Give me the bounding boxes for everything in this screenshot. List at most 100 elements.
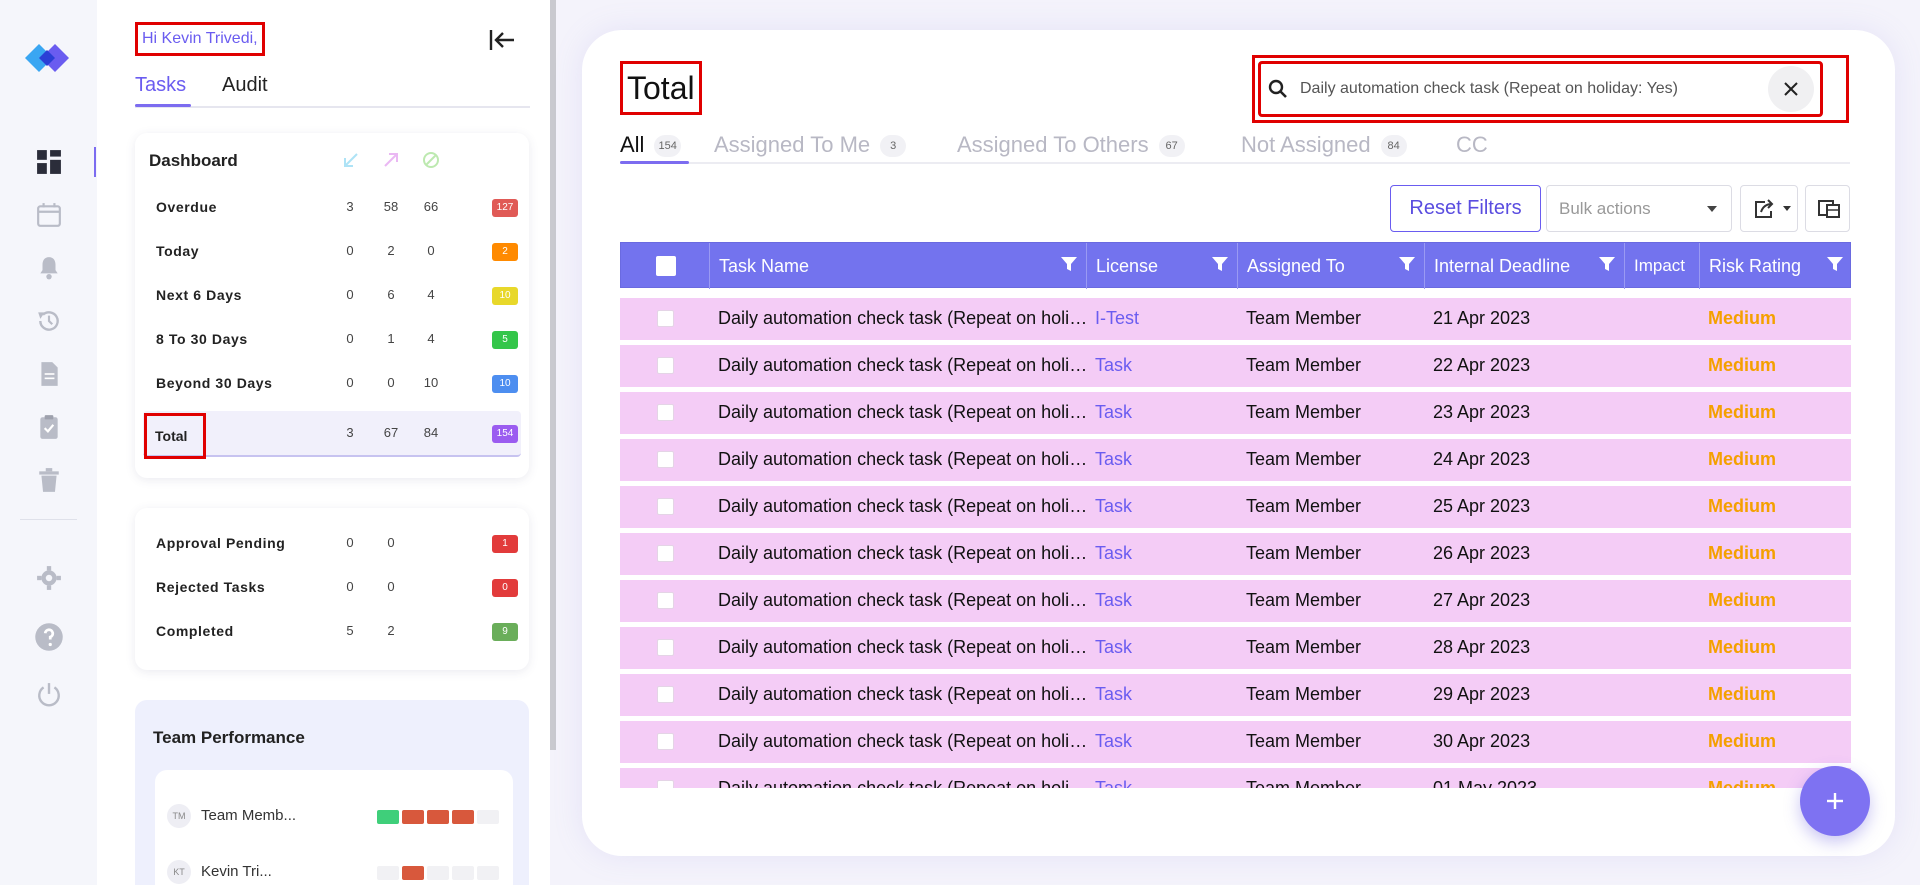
tab-cc[interactable]: CC xyxy=(1456,132,1488,158)
task-name-cell[interactable]: Daily automation check task (Repeat on h… xyxy=(718,590,1088,611)
status-row-completed[interactable]: Completed 5 2 9 xyxy=(143,610,521,654)
app-logo-icon[interactable] xyxy=(25,40,73,76)
table-row[interactable]: Daily automation check task (Repeat on h… xyxy=(620,439,1851,481)
clear-search-button[interactable] xyxy=(1768,66,1814,112)
row-checkbox[interactable] xyxy=(657,310,674,327)
tab-all[interactable]: All 154 xyxy=(620,132,681,158)
performance-bar xyxy=(452,810,474,824)
table-row[interactable]: Daily automation check task (Repeat on h… xyxy=(620,298,1851,340)
column-label: Internal Deadline xyxy=(1434,256,1571,276)
gear-icon[interactable] xyxy=(36,565,62,591)
column-header-impact[interactable]: Impact xyxy=(1625,243,1700,289)
count-c: 0 xyxy=(427,243,435,258)
bell-icon[interactable] xyxy=(36,255,62,281)
team-member-row[interactable]: TM Team Memb... xyxy=(167,802,507,830)
table-row[interactable]: Daily automation check task (Repeat on h… xyxy=(620,533,1851,575)
row-checkbox[interactable] xyxy=(657,686,674,703)
history-icon[interactable] xyxy=(36,308,62,334)
filter-icon[interactable] xyxy=(1211,255,1229,273)
filter-icon[interactable] xyxy=(1060,255,1078,273)
task-name-cell[interactable]: Daily automation check task (Repeat on h… xyxy=(718,684,1088,705)
bulk-actions-select[interactable]: Bulk actions xyxy=(1546,185,1732,232)
task-name-cell[interactable]: Daily automation check task (Repeat on h… xyxy=(718,449,1088,470)
license-link[interactable]: Task xyxy=(1095,590,1132,611)
status-row-rejected-tasks[interactable]: Rejected Tasks 0 0 0 xyxy=(143,566,521,610)
status-row-approval-pending[interactable]: Approval Pending 0 0 1 xyxy=(143,522,521,566)
dashboard-row-total[interactable]: Total 3 67 84 154 xyxy=(143,411,521,459)
row-checkbox[interactable] xyxy=(657,780,674,788)
column-header-risk-rating[interactable]: Risk Rating xyxy=(1700,243,1851,289)
export-button[interactable] xyxy=(1740,185,1798,232)
dashboard-row-next-6-days[interactable]: Next 6 Days 0 6 4 10 xyxy=(143,274,521,318)
license-link[interactable]: Task xyxy=(1095,449,1132,470)
table-row[interactable]: Daily automation check task (Repeat on h… xyxy=(620,627,1851,669)
task-name-cell[interactable]: Daily automation check task (Repeat on h… xyxy=(718,355,1088,376)
license-link[interactable]: Task xyxy=(1095,684,1132,705)
row-checkbox[interactable] xyxy=(657,545,674,562)
dashboard-row-beyond-30-days[interactable]: Beyond 30 Days 0 0 10 10 xyxy=(143,362,521,406)
table-row[interactable]: Daily automation check task (Repeat on h… xyxy=(620,486,1851,528)
plus-icon xyxy=(1827,793,1843,809)
filter-icon[interactable] xyxy=(1398,255,1416,273)
row-checkbox[interactable] xyxy=(657,592,674,609)
reset-filters-button[interactable]: Reset Filters xyxy=(1390,185,1541,232)
table-row[interactable]: Daily automation check task (Repeat on h… xyxy=(620,768,1851,788)
dashboard-row-today[interactable]: Today 0 2 0 2 xyxy=(143,230,521,274)
license-link[interactable]: I-Test xyxy=(1095,308,1139,329)
table-row[interactable]: Daily automation check task (Repeat on h… xyxy=(620,721,1851,763)
clipboard-check-icon[interactable] xyxy=(36,414,62,440)
row-checkbox[interactable] xyxy=(657,733,674,750)
calendar-icon[interactable] xyxy=(36,202,62,228)
task-name-cell[interactable]: Daily automation check task (Repeat on h… xyxy=(718,637,1088,658)
row-checkbox[interactable] xyxy=(657,404,674,421)
task-name-cell[interactable]: Daily automation check task (Repeat on h… xyxy=(718,543,1088,564)
license-link[interactable]: Task xyxy=(1095,778,1132,788)
license-link[interactable]: Task xyxy=(1095,402,1132,423)
dashboard-icon[interactable] xyxy=(36,149,62,175)
row-checkbox[interactable] xyxy=(657,639,674,656)
tab-not-assigned[interactable]: Not Assigned 84 xyxy=(1241,132,1407,158)
license-link[interactable]: Task xyxy=(1095,731,1132,752)
column-settings-button[interactable] xyxy=(1805,185,1850,232)
document-icon[interactable] xyxy=(36,361,62,387)
tab-audit[interactable]: Audit xyxy=(222,74,268,97)
tab-assigned-to-me[interactable]: Assigned To Me 3 xyxy=(714,132,907,158)
row-checkbox[interactable] xyxy=(657,451,674,468)
task-name-cell[interactable]: Daily automation check task (Repeat on h… xyxy=(718,308,1088,329)
column-header-license[interactable]: License xyxy=(1087,243,1238,289)
license-link[interactable]: Task xyxy=(1095,543,1132,564)
select-all-checkbox[interactable] xyxy=(656,256,676,276)
task-name-cell[interactable]: Daily automation check task (Repeat on h… xyxy=(718,402,1088,423)
column-header-assigned-to[interactable]: Assigned To xyxy=(1238,243,1425,289)
count-a: 3 xyxy=(346,425,354,440)
license-link[interactable]: Task xyxy=(1095,637,1132,658)
column-header-task-name[interactable]: Task Name xyxy=(710,243,1087,289)
deadline-cell: 26 Apr 2023 xyxy=(1433,543,1531,563)
search-input[interactable] xyxy=(1300,76,1740,102)
filter-icon[interactable] xyxy=(1598,255,1616,273)
task-name-cell[interactable]: Daily automation check task (Repeat on h… xyxy=(718,731,1088,752)
table-row[interactable]: Daily automation check task (Repeat on h… xyxy=(620,392,1851,434)
power-icon[interactable] xyxy=(36,682,62,708)
dashboard-row-8-to-30-days[interactable]: 8 To 30 Days 0 1 4 5 xyxy=(143,318,521,362)
task-name-cell[interactable]: Daily automation check task (Repeat on h… xyxy=(718,778,1088,788)
collapse-panel-icon[interactable] xyxy=(488,28,516,52)
team-member-row[interactable]: KT Kevin Tri... xyxy=(167,858,507,885)
row-checkbox[interactable] xyxy=(657,357,674,374)
tab-assigned-to-others[interactable]: Assigned To Others 67 xyxy=(957,132,1185,158)
table-row[interactable]: Daily automation check task (Repeat on h… xyxy=(620,580,1851,622)
license-link[interactable]: Task xyxy=(1095,496,1132,517)
table-row[interactable]: Daily automation check task (Repeat on h… xyxy=(620,345,1851,387)
column-header-internal-deadline[interactable]: Internal Deadline xyxy=(1425,243,1625,289)
task-name-cell[interactable]: Daily automation check task (Repeat on h… xyxy=(718,496,1088,517)
trash-icon[interactable] xyxy=(36,467,62,493)
filter-icon[interactable] xyxy=(1826,255,1844,273)
panel-scrollbar[interactable] xyxy=(550,0,556,750)
help-icon[interactable] xyxy=(34,622,64,652)
tab-tasks[interactable]: Tasks xyxy=(135,74,186,97)
add-task-button[interactable] xyxy=(1800,766,1870,836)
dashboard-row-overdue[interactable]: Overdue 3 58 66 127 xyxy=(143,186,521,230)
table-row[interactable]: Daily automation check task (Repeat on h… xyxy=(620,674,1851,716)
license-link[interactable]: Task xyxy=(1095,355,1132,376)
row-checkbox[interactable] xyxy=(657,498,674,515)
